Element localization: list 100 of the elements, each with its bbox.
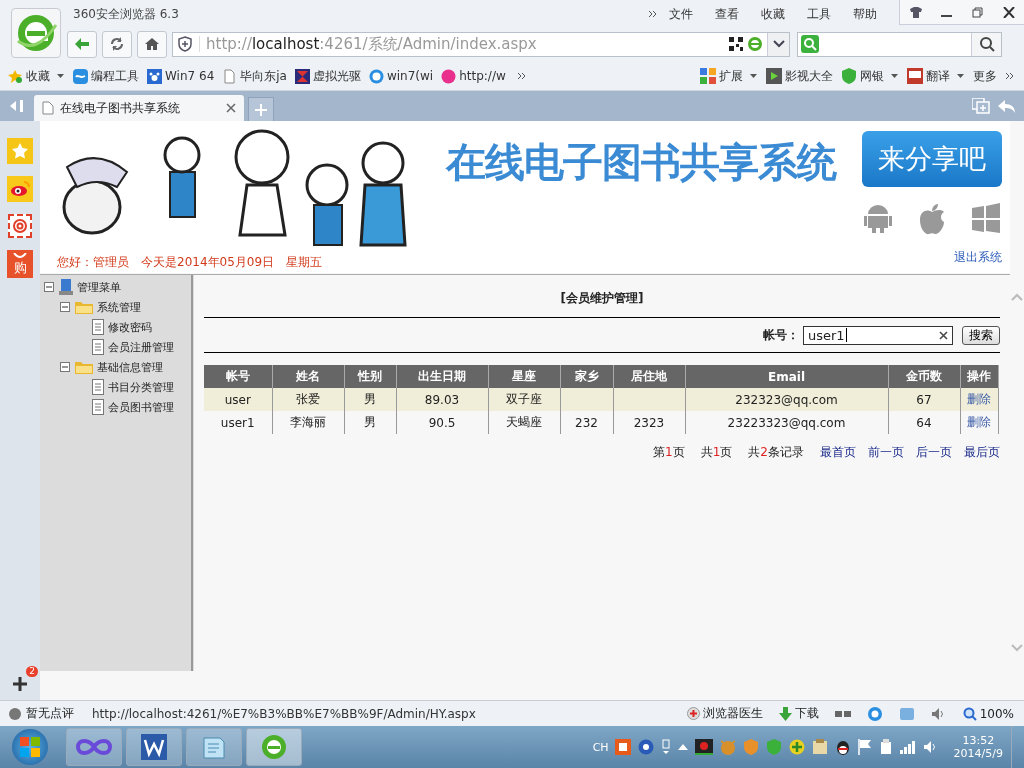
logout-link[interactable]: 退出系统 [954,249,1002,266]
bookmark[interactable]: http://w [441,68,506,84]
table-row[interactable]: user 张爱 男 89.03 双子座 232323@qq.com 67 删除 [204,388,998,411]
browser-logo-icon[interactable] [11,8,61,58]
table-cell: 天蝎座 [506,415,542,429]
search-field[interactable] [797,31,1002,57]
clear-icon[interactable] [939,330,948,340]
bookmark[interactable]: win7(wi [368,68,434,84]
pager-link[interactable]: 最首页 [820,444,856,461]
taskbar-button[interactable] [66,728,122,766]
back-button[interactable] [67,30,97,58]
delete-link[interactable]: 删除 [967,415,991,429]
menu-item[interactable]: 文件 [669,5,693,23]
plus-icon[interactable] [788,739,805,755]
search-engine-icon[interactable] [801,35,819,53]
tree-item[interactable]: 会员图书管理 [108,399,174,415]
search-button[interactable] [971,32,1001,56]
undo-icon[interactable] [998,100,1016,114]
search-button[interactable]: 搜索 [962,325,1000,345]
collapse-toggle-icon[interactable] [44,281,55,293]
shirt-icon [909,6,922,18]
film-icon [766,68,782,84]
dropdown-button[interactable] [767,32,789,56]
pager-info: 第1页 [653,444,685,461]
signal-icon[interactable] [899,740,916,754]
rating-text[interactable]: 暂无点评 [26,705,74,722]
window-icon[interactable] [898,706,915,721]
menu-item[interactable]: 查看 [715,5,739,23]
new-window-icon[interactable] [972,98,990,114]
bookmark[interactable]: 收藏 [8,67,65,85]
pager-link[interactable]: 前一页 [868,444,904,461]
table-cell: 232323@qq.com [735,392,838,407]
ie-icon[interactable] [866,705,883,722]
help-icon[interactable] [637,739,654,755]
toolbar-item[interactable]: 扩展 [700,67,758,85]
close-icon[interactable] [226,103,236,113]
tree-item[interactable]: 修改密码 [108,319,152,335]
browser-tab[interactable]: 在线电子图书共享系统 [34,95,244,121]
back-arrow-icon [74,37,90,51]
column-header: 姓名 [272,365,344,388]
bookmark[interactable]: 毕向东ja [222,67,287,85]
menu-item[interactable]: 帮助 [853,5,877,23]
document-icon [92,399,104,415]
tree-item[interactable]: 管理菜单 [77,279,121,295]
scroll-up-icon[interactable] [1011,293,1023,301]
table-row[interactable]: user1 李海丽 男 90.5 天蝎座 232 2323 23223323@qq.com 64 删除 [204,411,998,434]
pager-link[interactable]: 最后页 [964,444,1000,461]
menu-item[interactable]: 收藏 [761,5,785,23]
bookmark[interactable]: 编程工具 [73,67,139,85]
weibo-button[interactable] [7,176,33,202]
zoom-button[interactable]: 100% [962,706,1014,721]
download-button[interactable]: 下载 [778,705,819,722]
home-button[interactable] [137,30,167,58]
tree-item[interactable]: 基础信息管理 [97,359,163,375]
app-icon[interactable] [614,739,631,755]
cross-icon [686,707,700,720]
tree-item[interactable]: 系统管理 [97,299,141,315]
collapse-toggle-icon[interactable] [60,301,71,313]
flag-icon[interactable] [857,739,872,755]
refresh-button[interactable] [102,30,132,58]
qr-code-icon[interactable] [729,37,743,51]
show-hidden-icon[interactable] [677,743,688,751]
toolbar-item[interactable]: 翻译 [907,67,965,85]
share-button[interactable]: 来分享吧 [862,131,1002,187]
shield-icon [841,68,857,84]
collapse-toggle-icon[interactable] [60,361,71,373]
tree-item[interactable]: 书目分类管理 [108,379,174,395]
penguin-icon[interactable] [834,739,851,755]
bookmark[interactable]: 虚拟光驱 [294,67,361,85]
browser-doctor-button[interactable]: 浏览器医生 [686,705,763,722]
clipboard-icon[interactable] [811,739,828,755]
pager-info: 共1页 [700,444,733,461]
menu-item[interactable]: 工具 [807,5,831,23]
mail-button[interactable] [8,214,32,238]
comment-icon[interactable] [8,706,22,721]
new-tab-button[interactable] [248,97,274,121]
device-icon[interactable] [878,739,893,755]
scroll-down-icon[interactable] [1011,644,1023,652]
bookmark[interactable]: Win7 64 [147,68,215,84]
monitor-icon[interactable] [694,739,713,755]
windows-icon [972,203,1000,233]
taskbar-button[interactable] [126,728,182,766]
word-icon [141,734,167,760]
toolbar-item[interactable]: 网银 [841,67,899,85]
toolbar-item[interactable]: 更多 [973,67,1016,85]
chevron-icon[interactable] [515,70,528,82]
pager-link[interactable]: 后一页 [916,444,952,461]
chevron-icon[interactable] [647,8,659,20]
hourglass-icon [294,68,310,84]
address-field[interactable]: http://localhost:4261/系统/Admin/index.aspx [172,31,790,57]
add-button[interactable] [10,674,30,694]
home-icon [144,37,160,51]
account-field[interactable]: user1 [803,325,953,345]
taskbar-button[interactable] [246,728,302,766]
start-button[interactable] [12,729,48,765]
folder-icon [75,360,93,374]
tree-item[interactable]: 会员注册管理 [108,339,174,355]
shop-button[interactable]: 购 [7,250,33,278]
toolbar-item[interactable]: 影视大全 [766,67,833,85]
document-icon [92,319,104,335]
